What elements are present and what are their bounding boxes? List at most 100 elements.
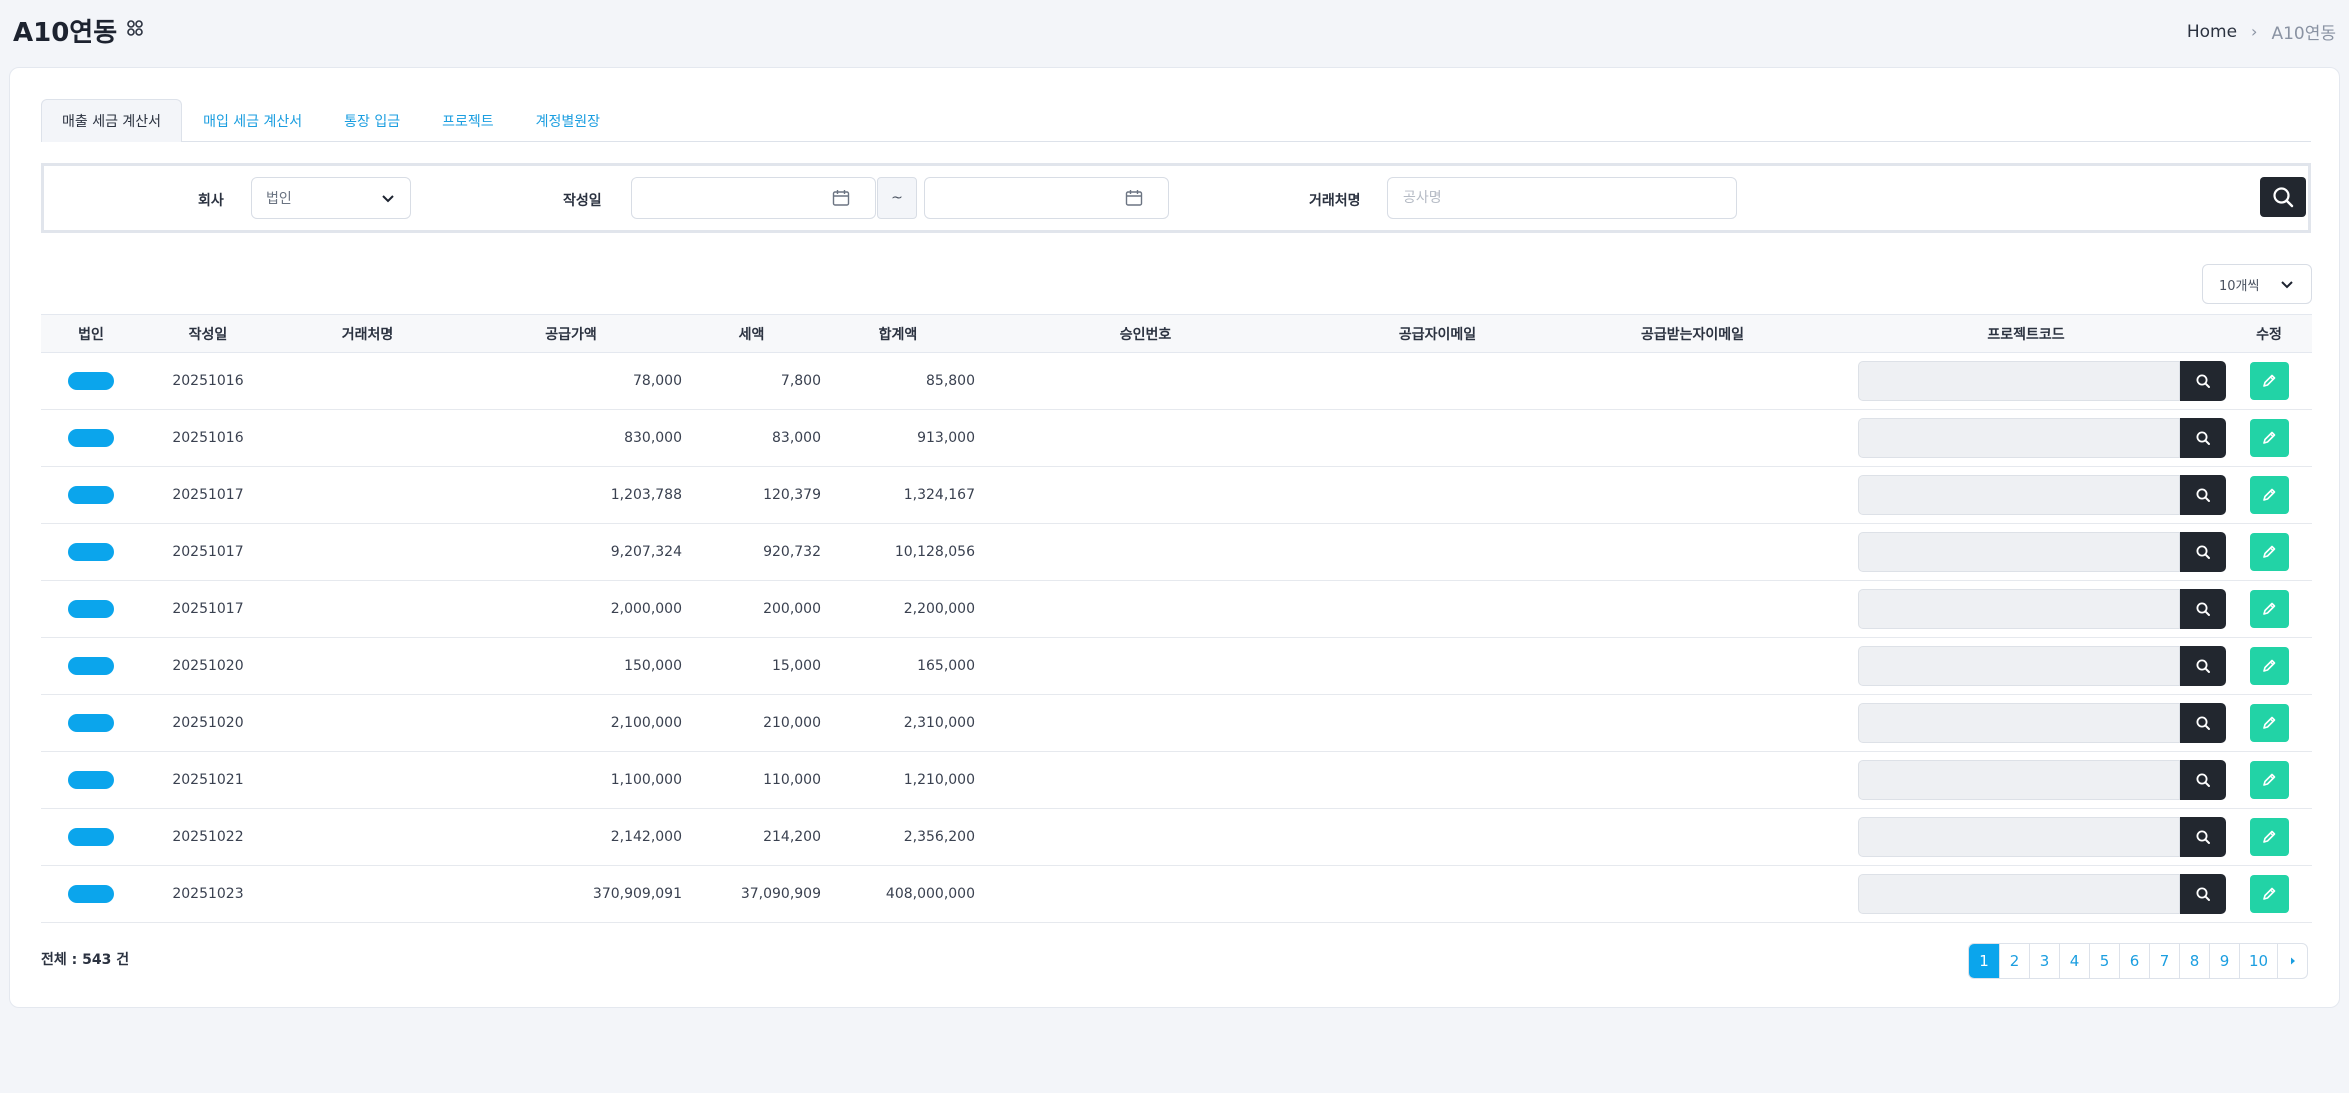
start-date-input[interactable] [631,177,876,219]
supplier-email-cell [1316,466,1559,524]
company-badge [68,771,114,789]
project-code-cell [1826,694,2226,752]
edit-button[interactable] [2249,362,2289,400]
project-code-search-button[interactable] [2180,760,2226,800]
tax-cell: 37,090,909 [682,865,821,923]
search-icon [2196,659,2210,673]
project-code-input[interactable] [1858,760,2180,800]
supplier-email-cell [1316,409,1559,467]
edit-button[interactable] [2249,533,2289,571]
total-cell: 913,000 [821,409,975,467]
client-cell [275,409,460,467]
page-button[interactable]: 5 [2089,944,2119,978]
date-label: 작성일 [563,193,602,209]
project-code-input[interactable] [1858,703,2180,743]
table-row: 20251017 9,207,324 920,732 10,128,056 [41,523,2312,581]
supply-amount-cell: 370,909,091 [460,865,682,923]
end-date-input[interactable] [924,177,1169,219]
tab-sales-invoice[interactable]: 매출 세금 계산서 [41,99,183,142]
edit-button[interactable] [2249,647,2289,685]
edit-button[interactable] [2249,818,2289,856]
date-cell: 20251020 [141,637,275,695]
supply-amount-cell: 9,207,324 [460,523,682,581]
project-code-search-button[interactable] [2180,361,2226,401]
search-icon [2196,830,2210,844]
approval-no-cell [975,694,1316,752]
page-button[interactable]: 9 [2209,944,2239,978]
edit-button[interactable] [2249,761,2289,799]
project-code-search-button[interactable] [2180,874,2226,914]
company-badge-cell [41,409,141,467]
page-button[interactable]: 4 [2059,944,2089,978]
page-button[interactable]: 10 [2239,944,2277,978]
client-cell [275,751,460,809]
company-badge-cell [41,751,141,809]
page-button[interactable]: 8 [2179,944,2209,978]
total-cell: 10,128,056 [821,523,975,581]
page-button[interactable]: 2 [1999,944,2029,978]
supply-amount-cell: 1,100,000 [460,751,682,809]
page-size-select[interactable]: 10개씩 [2202,264,2312,304]
search-button[interactable] [2260,177,2306,217]
edit-button[interactable] [2249,704,2289,742]
approval-no-cell [975,409,1316,467]
project-code-search-button[interactable] [2180,703,2226,743]
company-badge [68,885,114,903]
company-badge [68,600,114,618]
next-page-button[interactable] [2277,944,2307,978]
tab-account-ledger[interactable]: 계정별원장 [515,99,621,142]
project-code-search-button[interactable] [2180,589,2226,629]
tab-purchase-invoice[interactable]: 매입 세금 계산서 [182,99,323,142]
main-card: 매출 세금 계산서 매입 세금 계산서 통장 입금 프로젝트 계정별원장 회사 … [9,67,2340,1008]
filter-panel: 회사 법인 작성일 ~ 거래처명 [41,163,2311,233]
page-button[interactable]: 1 [1969,944,1999,978]
supplier-email-cell [1316,637,1559,695]
edit-button[interactable] [2249,590,2289,628]
project-code-input[interactable] [1858,817,2180,857]
total-cell: 2,200,000 [821,580,975,638]
project-code-input[interactable] [1858,589,2180,629]
project-code-input[interactable] [1858,475,2180,515]
project-code-input[interactable] [1858,532,2180,572]
tab-project[interactable]: 프로젝트 [421,99,515,142]
breadcrumb: Home › A10연동 [2187,19,2336,45]
company-badge [68,828,114,846]
supply-amount-cell: 830,000 [460,409,682,467]
edit-button[interactable] [2249,476,2289,514]
company-badge-cell [41,808,141,866]
client-cell [275,637,460,695]
project-code-input[interactable] [1858,646,2180,686]
caret-right-icon [2290,957,2295,965]
project-code-input[interactable] [1858,418,2180,458]
approval-no-cell [975,352,1316,410]
chevron-down-icon [382,195,394,203]
edit-cell [2226,694,2312,752]
table-row: 20251016 830,000 83,000 913,000 [41,409,2312,467]
edit-button[interactable] [2249,419,2289,457]
page-button[interactable]: 6 [2119,944,2149,978]
edit-cell [2226,580,2312,638]
page-button[interactable]: 7 [2149,944,2179,978]
pencil-icon [2263,602,2276,615]
breadcrumb-home[interactable]: Home [2187,22,2237,42]
edit-button[interactable] [2249,875,2289,913]
project-code-search-button[interactable] [2180,532,2226,572]
project-code-search-button[interactable] [2180,418,2226,458]
company-select[interactable]: 법인 [251,177,411,219]
tab-bank-deposit[interactable]: 통장 입금 [323,99,421,142]
project-code-cell [1826,808,2226,866]
col-header-approval-no: 승인번호 [975,314,1316,353]
project-code-search-button[interactable] [2180,475,2226,515]
page-button[interactable]: 3 [2029,944,2059,978]
table-row: 20251021 1,100,000 110,000 1,210,000 [41,751,2312,809]
project-code-search-button[interactable] [2180,646,2226,686]
project-code-input[interactable] [1858,874,2180,914]
project-code-input[interactable] [1858,361,2180,401]
company-badge [68,429,114,447]
client-name-input[interactable] [1387,177,1737,219]
search-icon [2196,374,2210,388]
client-cell [275,466,460,524]
project-code-search-button[interactable] [2180,817,2226,857]
table-row: 20251020 2,100,000 210,000 2,310,000 [41,694,2312,752]
grid-icon[interactable] [126,19,144,37]
